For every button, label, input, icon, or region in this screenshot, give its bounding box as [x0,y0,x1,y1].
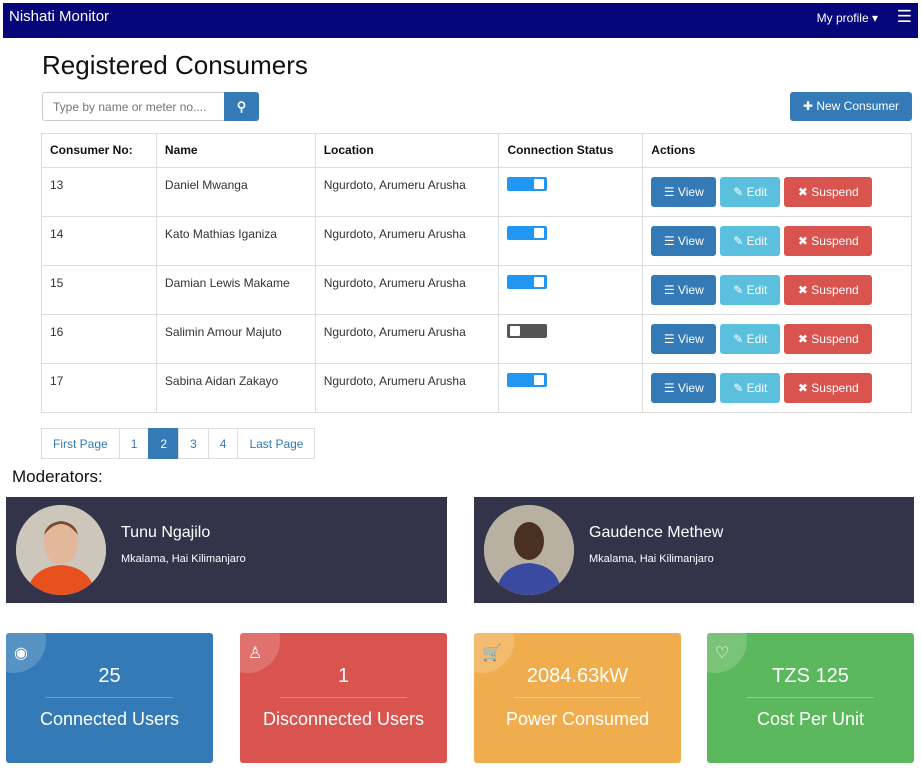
consumer-no: 17 [41,363,157,413]
stat-label: Connected Users [39,709,180,729]
user-icon: ♙ [248,645,263,662]
suspend-button[interactable]: ✖ Suspend [784,275,873,305]
consumer-location: Ngurdoto, Arumeru Arusha [314,216,500,266]
search-button[interactable]: ⚲ [224,92,259,121]
table-row: 16 Salimin Amour Majuto Ngurdoto, Arumer… [41,314,912,364]
moderator-card: Gaudence Methew Mkalama, Hai Kilimanjaro [474,497,914,603]
view-button[interactable]: ☰ View [651,177,717,207]
consumer-name: Damian Lewis Makame [155,265,316,315]
hamburger-icon[interactable]: ☰ [897,7,912,27]
stat-label: Disconnected Users [262,709,425,729]
suspend-button[interactable]: ✖ Suspend [784,324,873,354]
stat-card: 🛒 2084.63kW Power Consumed [474,633,681,763]
consumer-location: Ngurdoto, Arumeru Arusha [314,265,500,315]
edit-button[interactable]: ✎ Edit [720,226,781,256]
consumer-name: Salimin Amour Majuto [155,314,316,364]
column-header: Connection Status [498,133,644,168]
column-header: Location [314,133,500,168]
moderators-label: Moderators: [12,467,103,486]
edit-button[interactable]: ✎ Edit [720,275,781,305]
consumer-no: 16 [41,314,157,364]
my-profile-dropdown[interactable]: My profile ▾ [817,11,878,25]
navbar: Nishati Monitor My profile ▾ ☰ [3,3,918,38]
handshake-icon: ♡ [715,645,730,662]
consumer-no: 13 [41,167,157,217]
page-link[interactable]: 3 [178,428,209,459]
page-link[interactable]: 4 [207,428,239,459]
stat-value: 2084.63kW [526,665,629,687]
moderator-location: Mkalama, Hai Kilimanjaro [589,553,714,565]
table-row: 14 Kato Mathias Iganiza Ngurdoto, Arumer… [41,216,912,266]
search-input[interactable] [42,92,225,121]
view-button[interactable]: ☰ View [651,373,717,403]
consumer-location: Ngurdoto, Arumeru Arusha [314,363,500,413]
connection-toggle[interactable] [507,373,548,387]
edit-button[interactable]: ✎ Edit [720,324,781,354]
column-header: Name [155,133,316,168]
consumers-table: Consumer No: Name Location Connection Statu… [41,133,912,413]
page-link[interactable]: 2 [148,428,180,459]
moderator-name: Tunu Ngajilo [121,524,211,541]
stat-value: 1 [337,665,350,687]
eye-icon: ◉ [14,645,28,662]
suspend-button[interactable]: ✖ Suspend [784,373,873,403]
stat-card: ◉ 25 Connected Users [6,633,213,763]
consumer-no: 14 [41,216,157,266]
page-link[interactable]: Last Page [237,428,316,459]
stat-card: ♙ 1 Disconnected Users [240,633,447,763]
avatar [484,505,574,595]
view-button[interactable]: ☰ View [651,226,717,256]
consumer-name: Kato Mathias Iganiza [155,216,316,266]
moderator-name: Gaudence Methew [589,524,724,541]
moderator-location: Mkalama, Hai Kilimanjaro [121,553,246,565]
connection-toggle[interactable] [507,226,548,240]
search-icon: ⚲ [236,99,247,114]
table-row: 13 Daniel Mwanga Ngurdoto, Arumeru Arush… [41,167,912,217]
view-button[interactable]: ☰ View [651,324,717,354]
stat-value: 25 [98,665,121,687]
column-header: Consumer No: [41,133,157,168]
consumer-no: 15 [41,265,157,315]
avatar [16,505,106,595]
edit-button[interactable]: ✎ Edit [720,177,781,207]
connection-toggle[interactable] [507,324,548,338]
stat-label: Power Consumed [505,709,650,729]
page-title: Registered Consumers [42,50,308,80]
column-header: Actions [642,133,912,168]
pagination: First Page 1 2 3 4 Last Page [41,428,316,459]
consumer-location: Ngurdoto, Arumeru Arusha [314,167,500,217]
brand[interactable]: Nishati Monitor [9,8,109,25]
page-link[interactable]: First Page [41,428,120,459]
stat-value: TZS 125 [772,665,849,687]
page-link[interactable]: 1 [118,428,150,459]
connection-toggle[interactable] [507,177,548,191]
consumer-name: Sabina Aidan Zakayo [155,363,316,413]
table-row: 17 Sabina Aidan Zakayo Ngurdoto, Arumeru… [41,363,912,413]
moderator-card: Tunu Ngajilo Mkalama, Hai Kilimanjaro [6,497,447,603]
consumer-location: Ngurdoto, Arumeru Arusha [314,314,500,364]
suspend-button[interactable]: ✖ Suspend [784,177,873,207]
view-button[interactable]: ☰ View [651,275,717,305]
consumer-name: Daniel Mwanga [155,167,316,217]
table-row: 15 Damian Lewis Makame Ngurdoto, Arumeru… [41,265,912,315]
cart-icon: 🛒 [482,645,502,662]
stat-label: Cost Per Unit [756,709,865,729]
edit-button[interactable]: ✎ Edit [720,373,781,403]
stat-card: ♡ TZS 125 Cost Per Unit [707,633,914,763]
connection-toggle[interactable] [507,275,548,289]
suspend-button[interactable]: ✖ Suspend [784,226,873,256]
new-consumer-button[interactable]: ✚ New Consumer [790,92,912,121]
